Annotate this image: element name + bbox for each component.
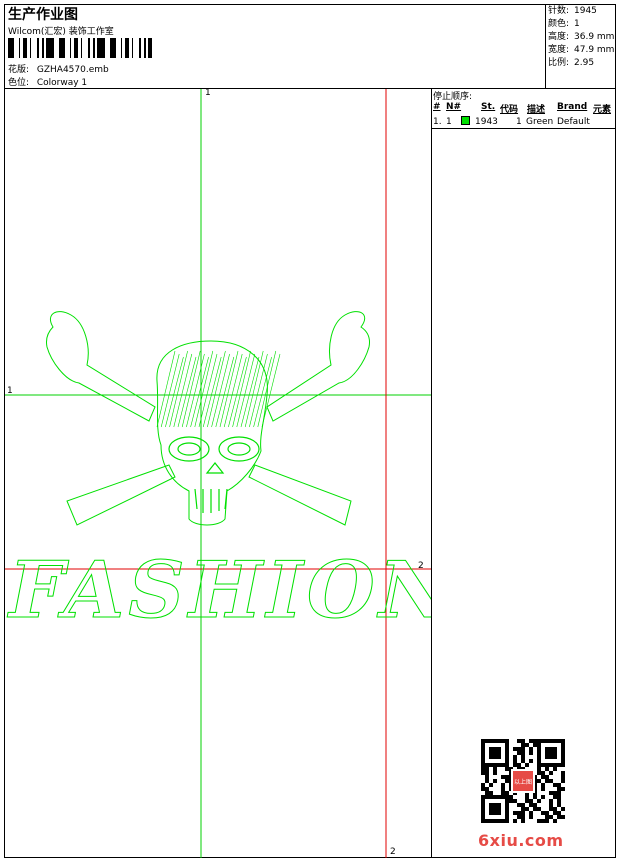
col-header-brand: Brand bbox=[557, 102, 588, 112]
col-header-code: 代码 bbox=[500, 105, 519, 115]
color-swatch bbox=[461, 116, 470, 125]
col-header-n: N# bbox=[446, 102, 462, 112]
stat-height: 高度: 36.9 mm bbox=[548, 32, 615, 42]
col-header-stitches: St. bbox=[481, 102, 496, 112]
col-header-num: # bbox=[433, 102, 441, 112]
colorway-value: Colorway 1 bbox=[36, 78, 88, 88]
colorway-row: 色位: Colorway 1 bbox=[8, 75, 87, 88]
design-text: FASHION bbox=[7, 545, 431, 636]
stat-colors: 颜色: 1 bbox=[548, 19, 580, 29]
panel-head-divider bbox=[431, 128, 616, 129]
guide-label-right: 2 bbox=[418, 561, 424, 571]
studio-name: Wilcom(汇宏) 装饰工作室 bbox=[8, 27, 114, 37]
panel-divider bbox=[431, 88, 432, 858]
embroidery-preview: FASHION bbox=[5, 89, 431, 858]
stats-block: 针数: 1945 颜色: 1 高度: 36.9 mm 宽度: 47.9 mm 比例: 2.… bbox=[548, 5, 614, 70]
row-n: 1 bbox=[446, 117, 452, 127]
crossbones bbox=[46, 311, 370, 526]
pattern-label: 花版: bbox=[8, 65, 30, 75]
skull-hatching bbox=[156, 350, 281, 428]
skull bbox=[156, 340, 268, 526]
stats-divider bbox=[545, 4, 546, 89]
barcode bbox=[8, 38, 152, 58]
page-title: 生产作业图 bbox=[8, 7, 78, 23]
qr-seal-text: 以上图 bbox=[514, 778, 532, 786]
row-brand: Default bbox=[557, 117, 590, 127]
row-code: 1 bbox=[516, 117, 522, 127]
pattern-value: GZHA4570.emb bbox=[36, 65, 109, 75]
row-desc: Green bbox=[526, 117, 554, 127]
site-watermark: 6xiu.com bbox=[478, 831, 564, 850]
pattern-row: 花版: GZHA4570.emb bbox=[8, 62, 109, 75]
stat-stitches: 针数: 1945 bbox=[548, 6, 597, 16]
guide-label-left: 1 bbox=[7, 386, 13, 396]
row-num: 1. bbox=[433, 117, 442, 127]
col-header-element: 元素 bbox=[593, 105, 612, 115]
stat-width: 宽度: 47.9 mm bbox=[548, 45, 615, 55]
stop-sequence-heading: 停止顺序: bbox=[433, 92, 473, 102]
col-header-desc: 描述 bbox=[527, 105, 546, 115]
row-stitches: 1943 bbox=[475, 117, 498, 127]
guide-label-bottom: 2 bbox=[390, 847, 396, 857]
stat-scale: 比例: 2.95 bbox=[548, 58, 595, 68]
colorway-label: 色位: bbox=[8, 78, 30, 88]
guide-label-top: 1 bbox=[205, 88, 211, 98]
qr-code: 以上图 bbox=[481, 739, 565, 823]
